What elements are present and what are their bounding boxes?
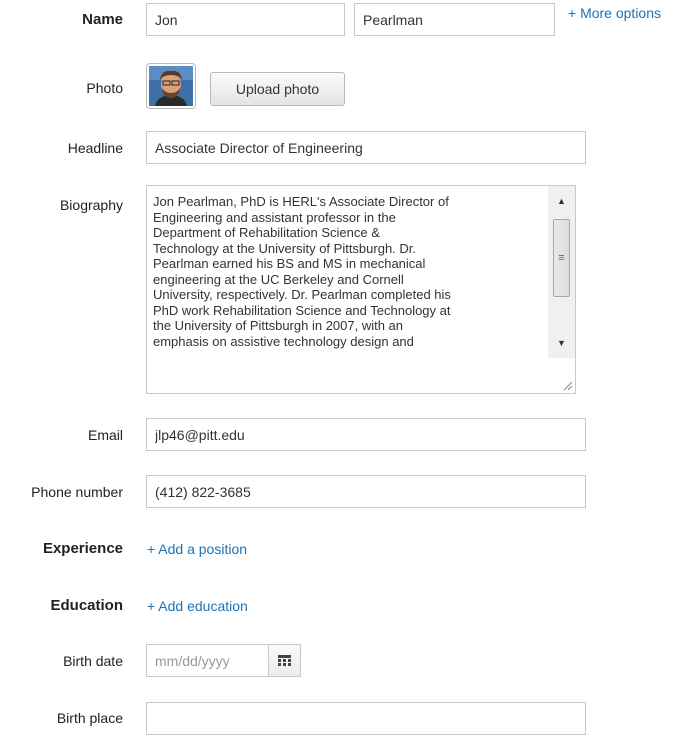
phone-label: Phone number bbox=[31, 484, 123, 500]
scroll-thumb[interactable]: ≡ bbox=[553, 219, 570, 297]
calendar-button[interactable] bbox=[268, 644, 301, 677]
email-input[interactable] bbox=[146, 418, 586, 451]
birth-place-label: Birth place bbox=[56, 710, 123, 726]
biography-textarea[interactable]: Jon Pearlman, PhD is HERL's Associate Di… bbox=[146, 185, 576, 394]
education-label: Education bbox=[50, 597, 123, 614]
more-options-link[interactable]: + More options bbox=[568, 5, 661, 21]
avatar-image bbox=[149, 66, 193, 106]
headline-input[interactable] bbox=[146, 131, 586, 164]
experience-label: Experience bbox=[42, 540, 123, 557]
upload-photo-button[interactable]: Upload photo bbox=[210, 72, 345, 106]
birth-date-input[interactable] bbox=[146, 644, 269, 677]
add-position-link[interactable]: + Add a position bbox=[147, 541, 247, 557]
birth-place-input[interactable] bbox=[146, 702, 586, 735]
calendar-icon bbox=[278, 655, 291, 666]
email-label: Email bbox=[87, 427, 123, 443]
resize-handle-icon[interactable] bbox=[561, 379, 573, 391]
birth-date-label: Birth date bbox=[63, 653, 123, 669]
phone-input[interactable] bbox=[146, 475, 586, 508]
biography-label: Biography bbox=[59, 197, 123, 213]
biography-text: Jon Pearlman, PhD is HERL's Associate Di… bbox=[153, 194, 451, 349]
profile-photo bbox=[146, 63, 196, 109]
headline-label: Headline bbox=[67, 140, 123, 156]
scroll-down-arrow-icon[interactable]: ▼ bbox=[548, 332, 575, 354]
add-education-link[interactable]: + Add education bbox=[147, 598, 248, 614]
scroll-up-arrow-icon[interactable]: ▲ bbox=[548, 190, 575, 212]
photo-label: Photo bbox=[86, 80, 123, 96]
first-name-input[interactable] bbox=[146, 3, 345, 36]
biography-scrollbar[interactable]: ▲ ≡ ▼ bbox=[548, 186, 575, 358]
last-name-input[interactable] bbox=[354, 3, 555, 36]
name-label: Name bbox=[82, 11, 123, 28]
